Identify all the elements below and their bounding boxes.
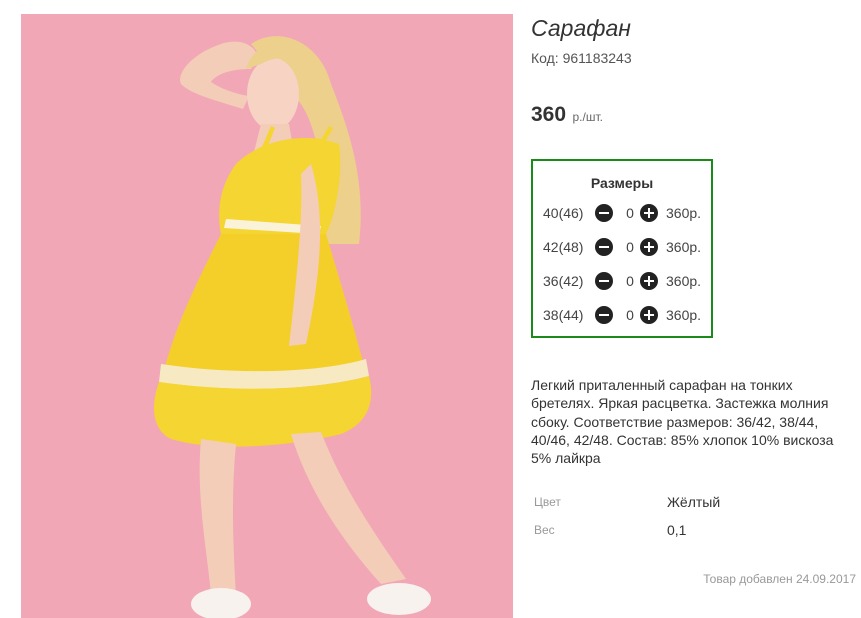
product-title: Сарафан	[531, 15, 631, 41]
decrease-quantity-button[interactable]	[595, 204, 613, 222]
size-label: 38(44)	[543, 307, 584, 323]
dress-photo-illustration	[21, 14, 513, 618]
product-price: 360 р./шт.	[531, 103, 603, 127]
size-price: 360р.	[666, 205, 702, 221]
price-amount: 360	[531, 103, 567, 126]
size-row-42-48: 42(48) 0 360р.	[543, 237, 713, 257]
size-row-36-42: 36(42) 0 360р.	[543, 271, 713, 291]
minus-icon	[599, 212, 609, 214]
sizes-title: Размеры	[590, 175, 654, 191]
price-unit: р./шт.	[572, 110, 603, 124]
attribute-label-color: Цвет	[534, 495, 561, 509]
size-quantity: 0	[626, 205, 634, 221]
product-photo[interactable]	[21, 14, 513, 618]
size-row-40-46: 40(46) 0 360р.	[543, 203, 713, 223]
sizes-box: Размеры 40(46) 0 360р. 42(48) 0 360р. 36…	[531, 159, 713, 338]
product-code: Код: 961183243	[531, 50, 632, 66]
minus-icon	[599, 314, 609, 316]
date-added: Товар добавлен 24.09.2017	[703, 572, 856, 586]
size-label: 36(42)	[543, 273, 584, 289]
minus-icon	[599, 246, 609, 248]
plus-icon-stroke	[648, 310, 650, 320]
plus-icon-stroke	[648, 242, 650, 252]
attribute-label-weight: Вес	[534, 523, 555, 537]
size-label: 42(48)	[543, 239, 584, 255]
decrease-quantity-button[interactable]	[595, 306, 613, 324]
minus-icon	[599, 280, 609, 282]
size-price: 360р.	[666, 239, 702, 255]
plus-icon-stroke	[648, 208, 650, 218]
attribute-value-color: Жёлтый	[667, 494, 721, 510]
size-quantity: 0	[626, 273, 634, 289]
size-label: 40(46)	[543, 205, 584, 221]
size-price: 360р.	[666, 307, 702, 323]
decrease-quantity-button[interactable]	[595, 238, 613, 256]
increase-quantity-button[interactable]	[640, 272, 658, 290]
decrease-quantity-button[interactable]	[595, 272, 613, 290]
increase-quantity-button[interactable]	[640, 238, 658, 256]
size-quantity: 0	[626, 239, 634, 255]
attribute-value-weight: 0,1	[667, 522, 687, 538]
increase-quantity-button[interactable]	[640, 306, 658, 324]
product-description: Легкий приталенный сарафан на тонких бре…	[531, 377, 834, 467]
product-info: Сарафан Код: 961183243 360 р./шт. Размер…	[531, 0, 861, 618]
size-price: 360р.	[666, 273, 702, 289]
size-quantity: 0	[626, 307, 634, 323]
size-row-38-44: 38(44) 0 360р.	[543, 305, 713, 325]
plus-icon-stroke	[648, 276, 650, 286]
increase-quantity-button[interactable]	[640, 204, 658, 222]
